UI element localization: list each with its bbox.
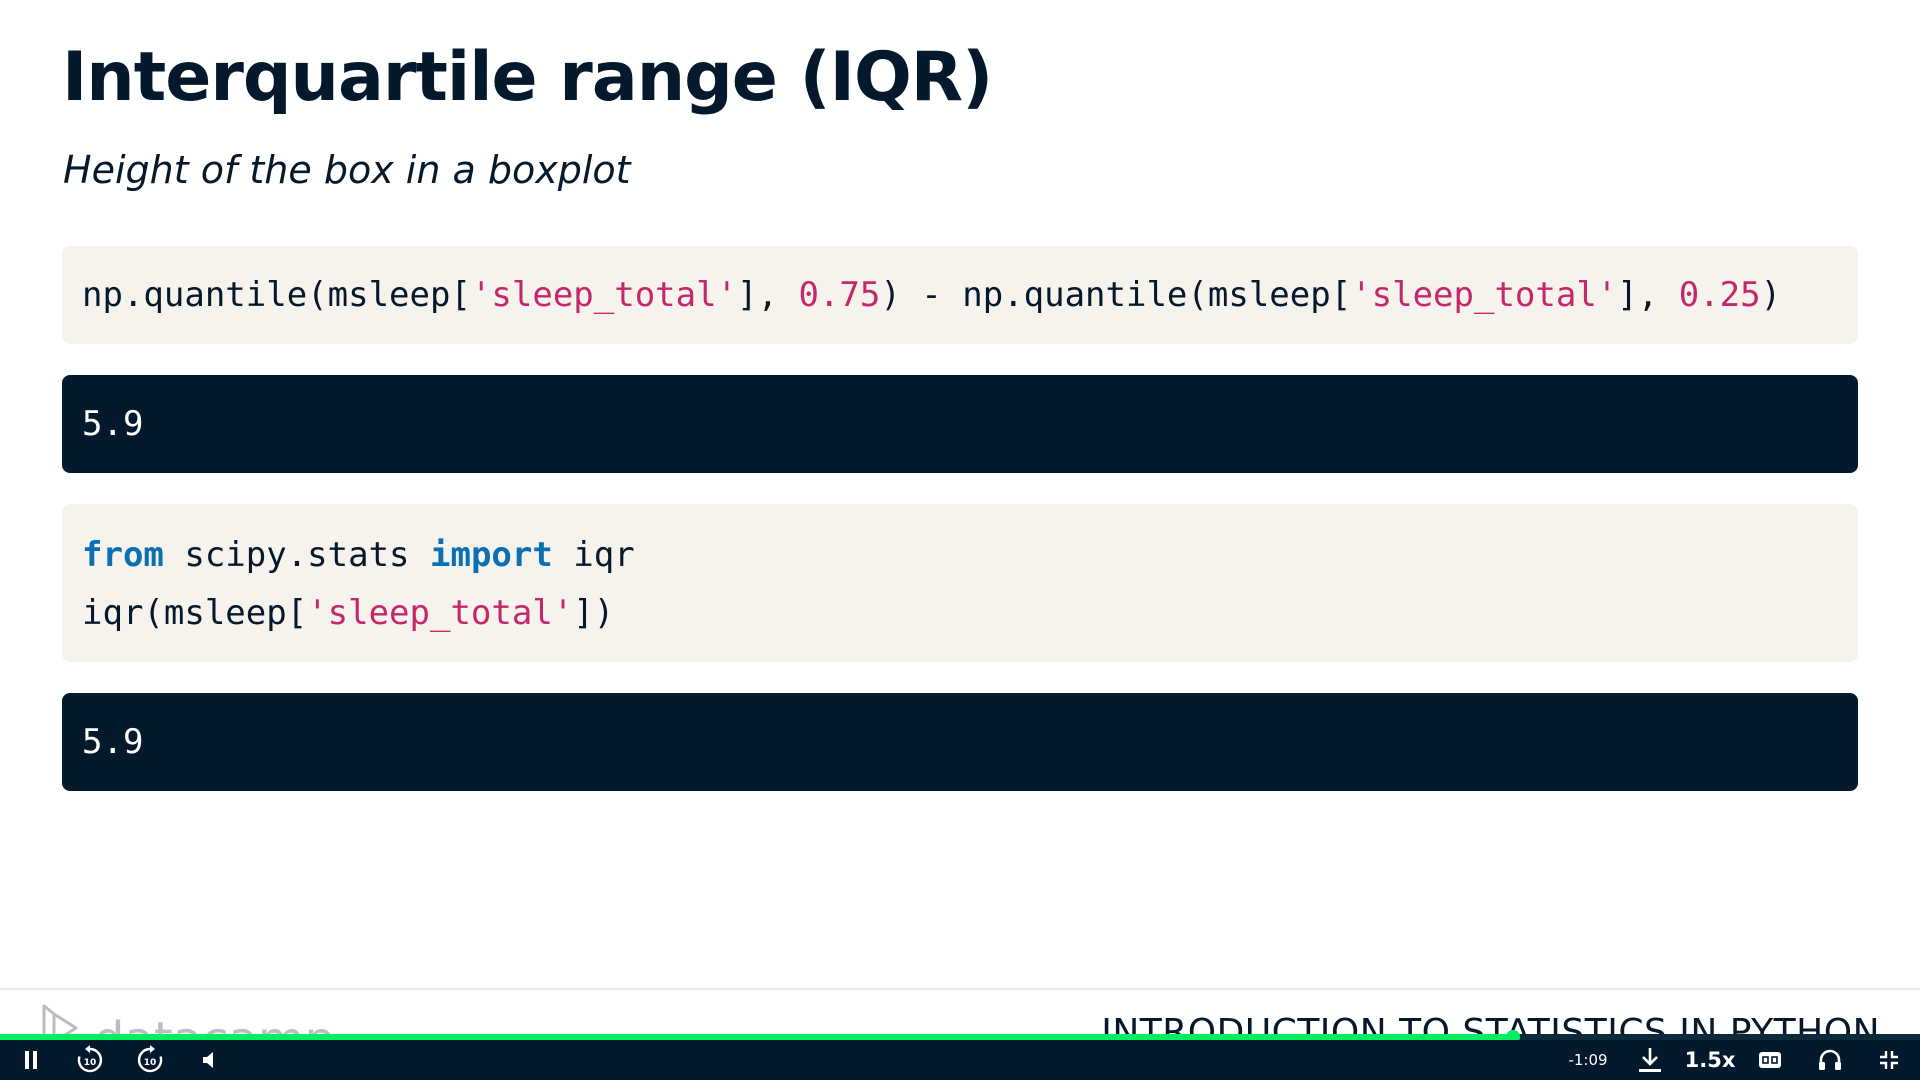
- audio-button[interactable]: [1814, 1040, 1846, 1080]
- exit-fullscreen-icon: [1880, 1051, 1898, 1069]
- code-text: iqr(msleep[: [82, 593, 308, 633]
- code-text: ) - np.quantile(msleep[: [880, 275, 1352, 315]
- audio-icon: [1819, 1049, 1841, 1070]
- forward-seconds-label: 10: [144, 1058, 157, 1068]
- output-block-quantile: 5.9: [62, 375, 1858, 473]
- forward-10-icon: 10: [137, 1045, 163, 1073]
- code-block-iqr: from scipy.stats import iqr iqr(msleep['…: [62, 504, 1858, 662]
- code-keyword: import: [430, 535, 553, 575]
- pause-icon: [25, 1051, 37, 1069]
- time-remaining: -1:09: [1568, 1051, 1608, 1069]
- slide: Interquartile range (IQR) Height of the …: [0, 0, 1920, 1042]
- code-block-quantile: np.quantile(msleep['sleep_total'], 0.75)…: [62, 246, 1858, 344]
- code-line: np.quantile(msleep['sleep_total'], 0.75)…: [82, 266, 1838, 324]
- code-text: iqr: [552, 535, 635, 575]
- code-text: np.quantile(msleep[: [82, 275, 471, 315]
- playback-speed-button[interactable]: 1.5x: [1685, 1040, 1736, 1080]
- code-line: iqr(msleep['sleep_total']): [82, 584, 1838, 642]
- code-text: ]): [573, 593, 615, 633]
- footer-divider: [0, 988, 1920, 990]
- rewind-10-button[interactable]: 10: [72, 1040, 108, 1080]
- forward-10-button[interactable]: 10: [132, 1040, 168, 1080]
- code-keyword: from: [82, 535, 164, 575]
- rewind-seconds-label: 10: [84, 1058, 97, 1068]
- captions-button[interactable]: [1756, 1040, 1784, 1080]
- code-string: 'sleep_total': [307, 593, 574, 633]
- rewind-10-icon: 10: [77, 1045, 103, 1073]
- video-controls: 10 10 -1:09 1.5x: [0, 1040, 1920, 1080]
- download-icon: [1639, 1048, 1661, 1072]
- slide-title: Interquartile range (IQR): [62, 38, 993, 117]
- code-text: ): [1760, 275, 1782, 315]
- code-string: 'sleep_total': [1351, 275, 1618, 315]
- code-string: 'sleep_total': [470, 275, 738, 315]
- captions-icon: [1759, 1052, 1781, 1068]
- output-block-iqr: 5.9: [62, 693, 1858, 791]
- code-text: ],: [737, 275, 799, 315]
- code-number: 0.75: [798, 275, 881, 315]
- pause-button[interactable]: [14, 1040, 48, 1080]
- code-text: ],: [1617, 275, 1679, 315]
- exit-fullscreen-button[interactable]: [1874, 1040, 1904, 1080]
- volume-icon: [203, 1052, 213, 1068]
- volume-button[interactable]: [196, 1040, 224, 1080]
- slide-subtitle: Height of the box in a boxplot: [63, 148, 631, 192]
- download-button[interactable]: [1634, 1040, 1666, 1080]
- code-line: from scipy.stats import iqr: [82, 526, 1838, 584]
- code-number: 0.25: [1678, 275, 1761, 315]
- code-text: scipy.stats: [163, 535, 430, 575]
